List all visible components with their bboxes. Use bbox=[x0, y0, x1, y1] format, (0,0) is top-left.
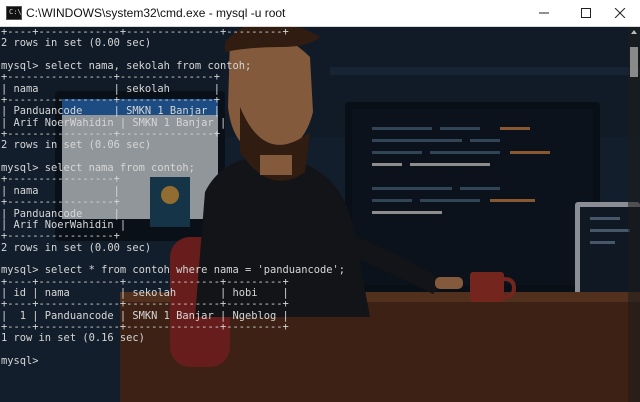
console-line: +-----------------+---------------+ bbox=[1, 71, 220, 84]
console-line: mysql> select nama from contoh; bbox=[1, 162, 195, 175]
console-line: | Arif NoerWahidin | bbox=[1, 218, 127, 231]
console-line: | nama | sekolah | bbox=[1, 82, 220, 95]
console-line: +----+-------------+---------------+----… bbox=[1, 298, 289, 311]
console-line: | id | nama | sekolah | hobi | bbox=[1, 286, 289, 299]
close-button[interactable] bbox=[600, 0, 640, 26]
console-line: 1 row in set (0.16 sec) bbox=[1, 332, 145, 345]
console-line: 2 rows in set (0.00 sec) bbox=[1, 37, 152, 50]
window-title: C:\WINDOWS\system32\cmd.exe - mysql -u r… bbox=[26, 6, 286, 20]
minimize-icon bbox=[539, 12, 549, 14]
cmd-app-icon[interactable]: C:\ bbox=[6, 6, 22, 20]
console-line: 2 rows in set (0.06 sec) bbox=[1, 139, 152, 152]
console-line: | nama | bbox=[1, 184, 120, 197]
console-line: | 1 | Panduancode | SMKN 1 Banjar | Ngeb… bbox=[1, 309, 289, 322]
console-line: 2 rows in set (0.00 sec) bbox=[1, 241, 152, 254]
console-line: +-----------------+---------------+ bbox=[1, 128, 220, 141]
console-line: +----+-------------+---------------+----… bbox=[1, 26, 289, 38]
console-line: +-----------------+ bbox=[1, 230, 120, 243]
close-icon bbox=[614, 8, 626, 18]
cmd-window: C:\ C:\WINDOWS\system32\cmd.exe - mysql … bbox=[0, 0, 640, 402]
console-line: +-----------------+---------------+ bbox=[1, 94, 220, 107]
minimize-button[interactable] bbox=[524, 0, 564, 26]
console-line: +----+-------------+---------------+----… bbox=[1, 320, 289, 333]
console-line: mysql> select * from contoh where nama =… bbox=[1, 264, 346, 277]
console-line: | Arif NoerWahidin | SMKN 1 Banjar | bbox=[1, 116, 227, 129]
maximize-icon bbox=[581, 8, 591, 18]
console-line: +-----------------+ bbox=[1, 173, 120, 186]
console-line: mysql> bbox=[1, 354, 39, 367]
console-text: +----+-------------+---------------+----… bbox=[0, 26, 628, 367]
console-output[interactable]: +----+-------------+---------------+----… bbox=[0, 26, 628, 402]
console-line: +----+-------------+---------------+----… bbox=[1, 275, 289, 288]
title-bar[interactable]: C:\ C:\WINDOWS\system32\cmd.exe - mysql … bbox=[0, 0, 640, 27]
cmd-icon-text: C:\ bbox=[9, 8, 22, 16]
vertical-scrollbar[interactable] bbox=[628, 27, 640, 402]
console-line: | Panduancode | SMKN 1 Banjar | bbox=[1, 105, 220, 118]
scrollbar-thumb[interactable] bbox=[630, 47, 638, 77]
console-line: | Panduancode | bbox=[1, 207, 120, 220]
console-line: +-----------------+ bbox=[1, 196, 120, 209]
console-line: mysql> select nama, sekolah from contoh; bbox=[1, 60, 252, 73]
scroll-up-icon[interactable] bbox=[631, 30, 637, 34]
